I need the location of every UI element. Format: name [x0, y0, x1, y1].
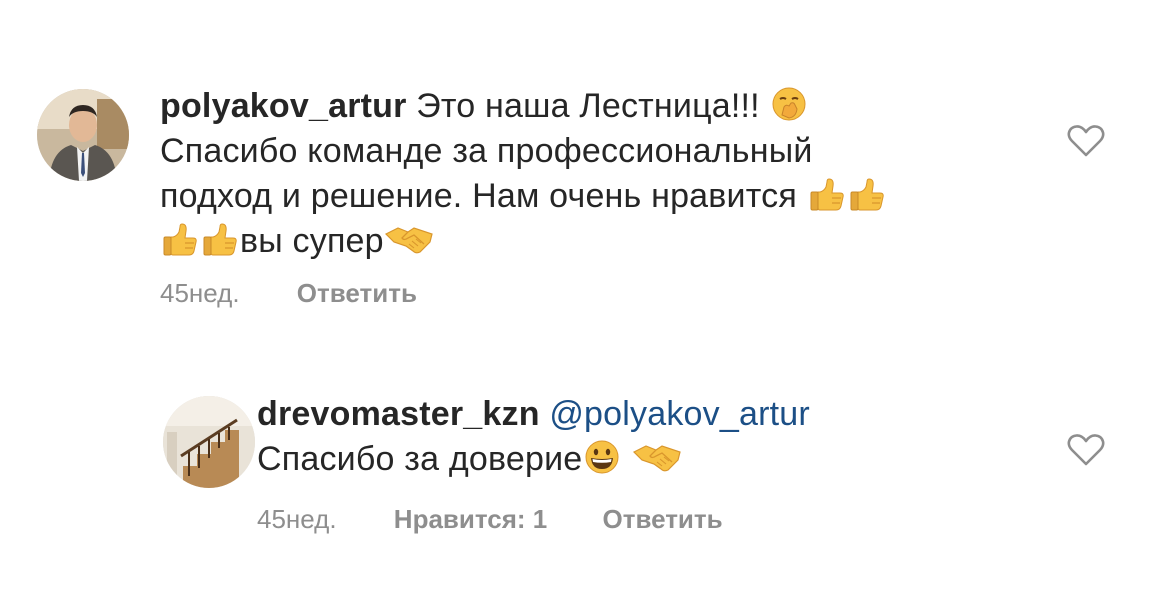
thumbs-up-icon	[847, 175, 887, 213]
man-in-suit-avatar-icon	[37, 89, 129, 181]
comment-username[interactable]: polyakov_artur	[160, 87, 407, 125]
heart-like-icon[interactable]	[1067, 124, 1105, 158]
comment-meta: 45нед. Нравится: 1 Ответить	[257, 504, 723, 535]
handshake-icon	[632, 440, 682, 474]
reply-button[interactable]: Ответить	[602, 504, 722, 535]
comment-text: Спасибо команде за профессиональный	[160, 132, 813, 170]
grinning-face-icon	[585, 440, 619, 474]
heart-like-icon[interactable]	[1067, 433, 1105, 467]
face-with-hand-over-mouth-icon	[772, 87, 806, 121]
comment-username[interactable]: drevomaster_kzn	[257, 395, 540, 433]
comment-text: вы супер	[240, 222, 384, 260]
thumbs-up-icon	[160, 220, 200, 258]
comment-body: drevomaster_kzn @polyakov_artur Спасибо …	[257, 392, 1017, 482]
handshake-icon	[384, 222, 434, 256]
wooden-staircase-avatar-icon	[163, 396, 255, 488]
mention-link[interactable]: @polyakov_artur	[549, 395, 810, 433]
comment-text: Спасибо за доверие	[257, 440, 583, 478]
comment-timestamp: 45нед.	[160, 278, 240, 308]
comment-timestamp: 45нед.	[257, 504, 337, 534]
thumbs-up-icon	[807, 175, 847, 213]
comment-body: polyakov_artur Это наша Лестница!!! Спас…	[160, 84, 1020, 264]
likes-count[interactable]: Нравится: 1	[394, 504, 547, 535]
thumbs-up-icon	[200, 220, 240, 258]
avatar[interactable]	[37, 89, 129, 181]
avatar[interactable]	[163, 396, 255, 488]
comment-text: подход и решение. Нам очень нравится	[160, 177, 797, 215]
comment-text: Это наша Лестница!!!	[416, 87, 760, 125]
comment-meta: 45нед. Ответить	[160, 278, 417, 309]
reply-button[interactable]: Ответить	[297, 278, 417, 309]
